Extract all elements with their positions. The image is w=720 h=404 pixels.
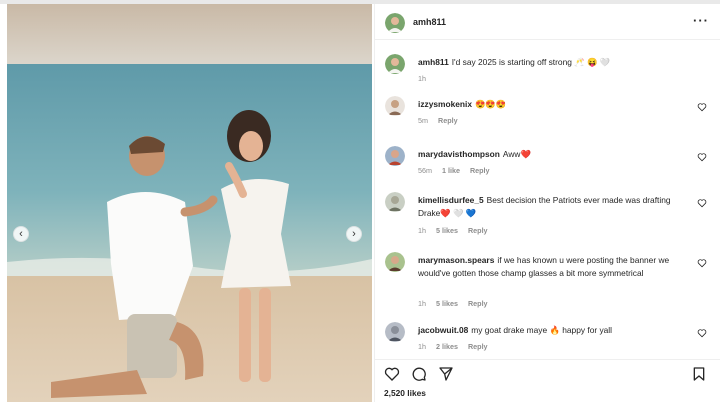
comment-body: my goat drake maye 🔥 happy for yall (471, 325, 613, 335)
avatar[interactable] (385, 322, 405, 342)
heart-icon[interactable] (384, 366, 400, 382)
post-username[interactable]: amh811 (413, 17, 446, 27)
post-side-panel: amh811 ··· amh811 I'd say 2025 is startin… (374, 4, 720, 402)
proposal-beach-image (7, 4, 372, 402)
comment-text: marymason.spears if we has known u were p… (418, 254, 690, 280)
avatar-image (385, 146, 405, 166)
comment-likes[interactable]: 5 likes (436, 299, 458, 308)
comment-reply-link[interactable]: Reply (470, 166, 490, 175)
comment-username[interactable]: marydavisthompson (418, 149, 500, 159)
post-actions-bar (375, 359, 720, 383)
share-icon[interactable] (438, 366, 454, 382)
comment-text: izzysmokenix 😍😍😍 (418, 98, 690, 111)
comment-username[interactable]: izzysmokenix (418, 99, 472, 109)
instagram-post-modal: ‹ › amh811 ··· amh811 I'd say 2025 is st… (0, 0, 720, 404)
avatar-image (385, 54, 405, 74)
avatar-image (385, 192, 405, 212)
heart-icon[interactable] (697, 102, 707, 112)
comment-time: 5m (418, 116, 428, 125)
comment-reply-link[interactable]: Reply (438, 116, 458, 125)
avatar-image (385, 322, 405, 342)
comment-text: marydavisthompson Aww❤️ (418, 148, 690, 161)
comment-likes[interactable]: 2 likes (436, 342, 458, 351)
avatar[interactable] (385, 192, 405, 212)
comment-time: 1h (418, 226, 426, 235)
avatar[interactable] (385, 96, 405, 116)
comment-time: 1h (418, 342, 426, 351)
comment-reply-link[interactable]: Reply (468, 342, 488, 351)
prev-glyph: ‹ (19, 227, 23, 240)
comment-body: 😍😍😍 (475, 99, 507, 109)
bookmark-icon[interactable] (691, 366, 707, 382)
caption-username[interactable]: amh811 (418, 57, 449, 67)
avatar[interactable] (385, 13, 405, 33)
chevron-right-icon[interactable]: › (346, 226, 362, 242)
comment-meta: 1h 5 likes Reply (418, 299, 496, 308)
next-glyph: › (352, 227, 356, 240)
comment-username[interactable]: marymason.spears (418, 255, 494, 265)
avatar[interactable] (385, 146, 405, 166)
caption-body: I'd say 2025 is starting off strong 🥂 😝 … (451, 57, 611, 67)
likes-count[interactable]: 2,520 likes (384, 388, 426, 398)
comment-time: 1h (418, 299, 426, 308)
avatar[interactable] (385, 252, 405, 272)
comment-meta: 1h 5 likes Reply (418, 226, 496, 235)
comment-text: jacobwuit.08 my goat drake maye 🔥 happy f… (418, 324, 690, 337)
heart-icon[interactable] (697, 258, 707, 268)
comment-time: 56m (418, 166, 432, 175)
heart-icon[interactable] (697, 198, 707, 208)
avatar-image (385, 96, 405, 116)
comment-meta: 56m 1 like Reply (418, 166, 498, 175)
more-options-icon[interactable]: ··· (693, 13, 709, 28)
comment-username[interactable]: kimellisdurfee_5 (418, 195, 484, 205)
comment-icon[interactable] (411, 366, 427, 382)
caption-time: 1h (418, 74, 426, 83)
comment-body: Aww❤️ (502, 149, 531, 159)
comment-likes[interactable]: 5 likes (436, 226, 458, 235)
comment-reply-link[interactable]: Reply (468, 299, 488, 308)
caption-meta: 1h (418, 74, 434, 83)
avatar-image (385, 252, 405, 272)
comment-likes[interactable]: 1 like (442, 166, 460, 175)
avatar-image (385, 13, 405, 33)
post-header: amh811 ··· (375, 4, 720, 40)
comment-username[interactable]: jacobwuit.08 (418, 325, 468, 335)
caption-text: amh811 I'd say 2025 is starting off stron… (418, 56, 690, 69)
comment-meta: 1h 2 likes Reply (418, 342, 496, 351)
comment-reply-link[interactable]: Reply (468, 226, 488, 235)
post-photo[interactable]: ‹ › (7, 4, 372, 402)
avatar[interactable] (385, 54, 405, 74)
comment-meta: 5m Reply (418, 116, 466, 125)
comment-text: kimellisdurfee_5 Best decision the Patrio… (418, 194, 690, 220)
heart-icon[interactable] (697, 328, 707, 338)
heart-icon[interactable] (697, 152, 707, 162)
chevron-left-icon[interactable]: ‹ (13, 226, 29, 242)
